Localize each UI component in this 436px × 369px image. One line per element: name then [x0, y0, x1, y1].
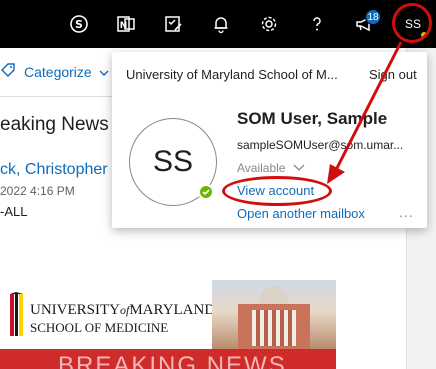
notification-count-badge: 18 [365, 9, 381, 25]
umd-wordmark-line2: SCHOOL OF MEDICINE [30, 320, 169, 335]
gear-icon[interactable] [257, 12, 281, 36]
more-options-icon[interactable]: ... [399, 204, 414, 220]
chevron-down-icon[interactable] [292, 161, 306, 173]
user-display-name: SOM User, Sample [237, 109, 388, 128]
umd-logo-mark [8, 292, 24, 338]
top-bar: S N 18 SS [0, 0, 436, 48]
open-another-mailbox-link[interactable]: Open another mailbox [237, 206, 365, 221]
sign-out-link[interactable]: Sign out [369, 67, 417, 82]
annotation-circle [392, 3, 432, 43]
profile-initials: SS [152, 145, 194, 178]
todo-icon[interactable] [161, 12, 185, 36]
help-icon[interactable] [305, 12, 329, 36]
user-email: sampleSOMUser@som.umar... [237, 138, 404, 152]
message-recipients: -ALL [0, 204, 28, 219]
svg-text:S: S [75, 18, 83, 31]
banner-headline: BREAKING NEWS [58, 352, 287, 369]
presence-available-icon [198, 184, 214, 200]
categorize-button[interactable]: Categorize [24, 64, 92, 80]
tag-icon [0, 62, 16, 78]
onenote-icon[interactable]: N [114, 12, 138, 36]
chevron-down-icon[interactable] [98, 66, 110, 78]
umd-wordmark-line1: UNIVERSITYofMARYLAND [30, 302, 216, 318]
organization-name: University of Maryland School of M... [126, 67, 338, 82]
bell-icon[interactable] [209, 12, 233, 36]
presence-status[interactable]: Available [237, 161, 285, 175]
message-date: 2022 4:16 PM [0, 184, 75, 198]
building-photo [212, 280, 336, 350]
annotation-ellipse [222, 176, 332, 206]
skype-icon[interactable]: S [67, 12, 91, 36]
message-subject: eaking News [0, 114, 109, 135]
svg-text:N: N [120, 21, 128, 31]
message-sender[interactable]: ck, Christopher [0, 161, 108, 179]
